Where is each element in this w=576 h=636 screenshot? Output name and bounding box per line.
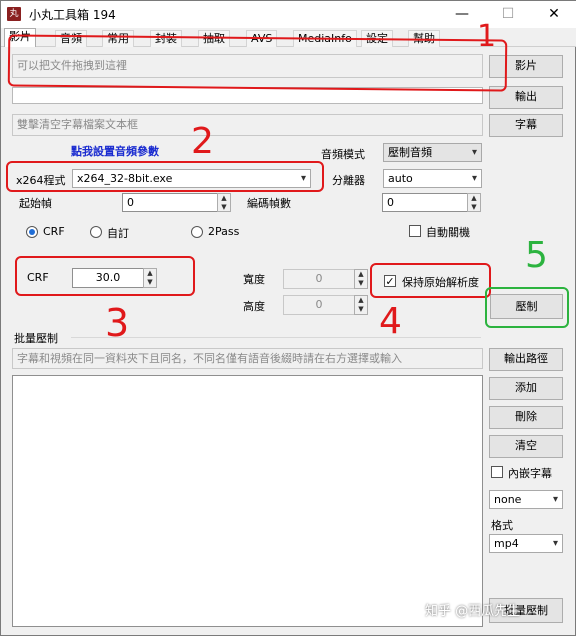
width-spinner[interactable]: ▲ ▼ (354, 269, 368, 289)
audio-mode-select[interactable]: 壓制音頻 ▾ (383, 143, 482, 162)
splitter-label: 分離器 (332, 174, 365, 187)
crf-radio-label: CRF (43, 225, 65, 238)
annotation-number-3: 3 (105, 301, 130, 345)
chevron-down-icon: ▾ (552, 538, 558, 549)
batch-file-list[interactable] (12, 375, 483, 627)
embed-subtitle-checkbox[interactable] (491, 466, 503, 478)
annotation-number-2: 2 (191, 121, 214, 162)
height-input[interactable]: 0 (283, 295, 355, 315)
batch-hint-field[interactable]: 字幕和視頻在同一資料夾下且同名，不同名僅有語音後綴時請在右方選擇或輸入 (12, 348, 483, 369)
watermark: 知乎 @西瓜先生 (425, 604, 521, 619)
delete-button[interactable]: 刪除 (489, 406, 563, 429)
crf-radio[interactable] (26, 226, 38, 238)
chevron-down-icon: ▾ (552, 494, 558, 505)
annotation-number-5: 5 (525, 235, 548, 276)
output-path-button[interactable]: 輸出路徑 (489, 348, 563, 371)
height-spinner[interactable]: ▲ ▼ (354, 295, 368, 315)
batch-divider (71, 337, 481, 338)
encode-frames-label: 編碼幀數 (247, 197, 291, 210)
audio-mode-label: 音頻模式 (321, 148, 365, 161)
auto-shutdown-label: 自動關機 (426, 226, 470, 239)
audio-settings-link[interactable]: 點我設置音頻參數 (71, 143, 159, 159)
width-input[interactable]: 0 (283, 269, 355, 289)
subtitle-field[interactable]: 雙擊清空字幕檔案文本框 (12, 114, 483, 136)
format-label: 格式 (491, 519, 513, 532)
annotation-box-4 (370, 263, 491, 298)
custom-radio[interactable] (90, 226, 102, 238)
annotation-number-1: 1 (477, 19, 497, 54)
twopass-radio[interactable] (191, 226, 203, 238)
splitter-value: auto (388, 172, 413, 185)
window-title: 小丸工具箱 194 (29, 8, 116, 22)
audio-mode-value: 壓制音頻 (388, 146, 432, 159)
suffix-value: none (494, 493, 522, 506)
suffix-select[interactable]: none ▾ (489, 490, 563, 509)
annotation-box-3 (15, 256, 195, 296)
height-label: 高度 (243, 300, 265, 313)
width-label: 寬度 (243, 273, 265, 286)
auto-shutdown-checkbox[interactable] (409, 225, 421, 237)
chevron-down-icon: ▾ (471, 173, 477, 184)
splitter-select[interactable]: auto ▾ (383, 169, 482, 188)
subtitle-button[interactable]: 字幕 (489, 114, 563, 137)
encode-frames-input[interactable]: 0 (382, 193, 468, 212)
start-frame-input[interactable]: 0 (122, 193, 218, 212)
clear-button[interactable]: 清空 (489, 435, 563, 458)
embed-subtitle-label: 內嵌字幕 (508, 467, 552, 480)
close-button[interactable]: ✕ (531, 1, 576, 28)
encode-frames-spinner[interactable]: ▲ ▼ (467, 193, 481, 212)
format-value: mp4 (494, 537, 519, 550)
add-button[interactable]: 添加 (489, 377, 563, 400)
start-frame-spinner[interactable]: ▲ ▼ (217, 193, 231, 212)
batch-section-title: 批量壓制 (14, 332, 58, 345)
twopass-radio-label: 2Pass (208, 225, 240, 238)
format-select[interactable]: mp4 ▾ (489, 534, 563, 553)
app-icon: 丸 (7, 7, 21, 21)
annotation-number-4: 4 (379, 301, 402, 342)
annotation-box-5 (485, 287, 569, 328)
annotation-box-2 (6, 161, 324, 192)
start-frame-label: 起始幀 (19, 197, 52, 210)
custom-radio-label: 自訂 (107, 227, 129, 240)
chevron-down-icon: ▾ (471, 147, 477, 158)
annotation-box-1 (7, 34, 508, 92)
app-window: 丸 小丸工具箱 194 — ☐ ✕ 影片 音頻 常用 封裝 抽取 AVS Med… (0, 0, 576, 636)
